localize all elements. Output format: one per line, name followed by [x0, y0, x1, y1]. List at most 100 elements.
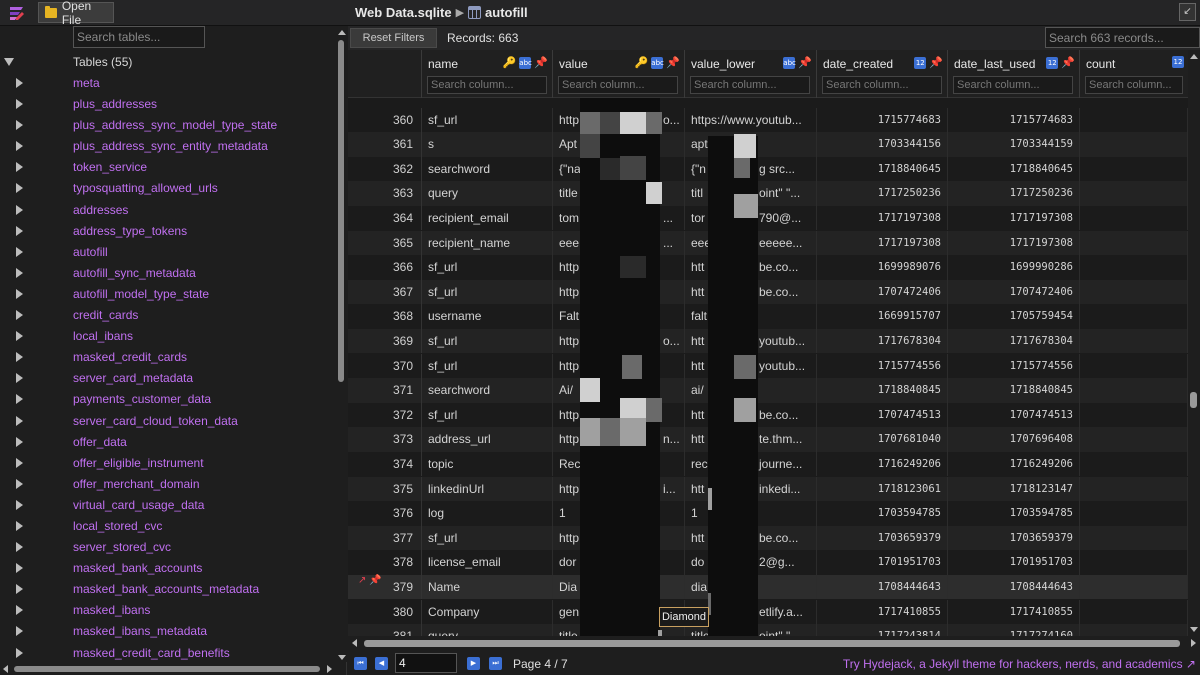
row-number[interactable]: 364: [348, 205, 422, 231]
cell-date-created[interactable]: 1717197308: [817, 205, 948, 231]
expand-arrow-icon[interactable]: [16, 478, 23, 489]
expand-arrow-icon[interactable]: [16, 99, 23, 110]
sidebar-table-name[interactable]: plus_addresses: [73, 97, 157, 111]
column-header-value[interactable]: value 🔑 abc 📌: [553, 50, 685, 98]
cell-date-created[interactable]: 1707474513: [817, 402, 948, 428]
cell-date-last-used[interactable]: 1718840845: [948, 378, 1080, 403]
row-number[interactable]: 369: [348, 328, 422, 354]
cell-date-last-used[interactable]: 1717197308: [948, 205, 1080, 231]
previous-page-icon[interactable]: ◀: [375, 657, 388, 670]
row-number[interactable]: 372: [348, 402, 422, 428]
sidebar-table-item[interactable]: masked_ibans_metadata: [0, 621, 335, 642]
cell-name[interactable]: license_email: [422, 550, 553, 575]
column-header-count[interactable]: count 12: [1080, 50, 1188, 98]
sidebar-table-item[interactable]: masked_credit_cards: [0, 347, 335, 368]
row-number[interactable]: 378: [348, 550, 422, 575]
cell-date-created[interactable]: 1717197308: [817, 230, 948, 256]
column-header-date-last-used[interactable]: date_last_used 12 📌: [948, 50, 1080, 98]
cell-date-last-used[interactable]: 1701951703: [948, 550, 1080, 575]
cell-date-created[interactable]: 1703594785: [817, 501, 948, 526]
cell-count[interactable]: [1080, 353, 1188, 379]
search-records-input[interactable]: [1045, 27, 1200, 48]
row-number[interactable]: 377: [348, 525, 422, 551]
row-number[interactable]: 370: [348, 353, 422, 379]
sidebar-table-item[interactable]: virtual_card_usage_data: [0, 495, 335, 516]
cell-date-last-used[interactable]: 1703659379: [948, 525, 1080, 551]
scroll-up-icon[interactable]: [1190, 54, 1198, 59]
open-file-button[interactable]: Open File: [38, 0, 114, 27]
row-number[interactable]: 360: [348, 107, 422, 133]
cell-date-created[interactable]: 1701951703: [817, 550, 948, 575]
expand-arrow-icon[interactable]: [16, 162, 23, 173]
sidebar-table-name[interactable]: local_ibans: [73, 329, 133, 343]
table-row[interactable]: 361 s Apt apt 1703344156 1703344159: [348, 132, 1188, 157]
cell-count[interactable]: [1080, 255, 1188, 280]
sidebar-table-item[interactable]: masked_ibans: [0, 600, 335, 621]
cell-date-last-used[interactable]: 1716249206: [948, 451, 1080, 477]
expand-arrow-icon[interactable]: [16, 120, 23, 131]
first-page-icon[interactable]: ⏮: [354, 657, 367, 670]
tables-group-header[interactable]: Tables (55): [0, 52, 335, 73]
row-number[interactable]: 367: [348, 279, 422, 305]
cell-count[interactable]: [1080, 476, 1188, 502]
expand-arrow-icon[interactable]: [16, 647, 23, 658]
table-row[interactable]: 370 sf_url http htt youtub... 1715774556 17157…: [348, 353, 1188, 379]
sidebar-table-name[interactable]: address_type_tokens: [73, 224, 187, 238]
cell-name[interactable]: Company: [422, 599, 553, 625]
row-number[interactable]: 380: [348, 599, 422, 625]
table-row[interactable]: 374 topic Rec rec journe... 1716249206 1716249…: [348, 451, 1188, 477]
sidebar-table-name[interactable]: server_card_cloud_token_data: [73, 414, 238, 428]
page-number-input[interactable]: [395, 653, 457, 673]
sidebar-table-item[interactable]: credit_cards: [0, 305, 335, 326]
cell-date-created[interactable]: 1707472406: [817, 279, 948, 305]
sidebar-table-item[interactable]: plus_address_sync_model_type_state: [0, 115, 335, 136]
cell-count[interactable]: [1080, 599, 1188, 625]
expand-arrow-icon[interactable]: [16, 542, 23, 553]
cell-name[interactable]: sf_url: [422, 107, 553, 133]
scroll-left-icon[interactable]: [352, 639, 357, 647]
cell-date-created[interactable]: 1703659379: [817, 525, 948, 551]
cell-name[interactable]: s: [422, 132, 553, 157]
sidebar-table-item[interactable]: masked_bank_accounts_metadata: [0, 579, 335, 600]
expand-arrow-icon[interactable]: [16, 394, 23, 405]
expand-arrow-icon[interactable]: [16, 373, 23, 384]
cell-name[interactable]: searchword: [422, 156, 553, 182]
cell-name[interactable]: topic: [422, 451, 553, 477]
cell-count[interactable]: [1080, 205, 1188, 231]
scrollbar-thumb[interactable]: [364, 640, 1180, 647]
sidebar-horizontal-scrollbar[interactable]: [0, 662, 335, 675]
cell-count[interactable]: [1080, 624, 1188, 636]
row-pin-icon[interactable]: ↗ 📌: [358, 575, 382, 586]
sidebar-table-name[interactable]: offer_merchant_domain: [73, 477, 200, 491]
sidebar-table-name[interactable]: server_card_metadata: [73, 371, 193, 385]
column-filter-input[interactable]: [690, 76, 810, 94]
cell-count[interactable]: [1080, 107, 1188, 133]
expand-arrow-icon[interactable]: [16, 78, 23, 88]
table-row[interactable]: 378 license_email dor do 2@g... 1701951703 170…: [348, 550, 1188, 575]
scroll-down-icon[interactable]: [338, 655, 346, 660]
grid-horizontal-scrollbar[interactable]: [348, 636, 1200, 650]
cell-count[interactable]: [1080, 279, 1188, 305]
cell-date-created[interactable]: 1717250236: [817, 181, 948, 206]
sidebar-table-item[interactable]: offer_data: [0, 432, 335, 453]
expand-arrow-icon[interactable]: [16, 141, 23, 152]
cell-date-created[interactable]: 1703344156: [817, 132, 948, 157]
expand-arrow-icon[interactable]: [16, 288, 23, 299]
cell-count[interactable]: [1080, 525, 1188, 551]
cell-count[interactable]: [1080, 378, 1188, 403]
expand-arrow-icon[interactable]: [16, 457, 23, 468]
row-number[interactable]: 373: [348, 427, 422, 452]
table-row[interactable]: 360 sf_url http o... https://www.youtub... 17…: [348, 107, 1188, 133]
expand-arrow-icon[interactable]: [16, 605, 23, 616]
sidebar-table-name[interactable]: plus_address_sync_entity_metadata: [73, 139, 268, 153]
row-number[interactable]: 381: [348, 624, 422, 636]
cell-date-last-used[interactable]: 1717410855: [948, 599, 1080, 625]
sidebar-table-name[interactable]: masked_credit_card_benefits: [73, 646, 230, 660]
column-header-date-created[interactable]: date_created 12 📌: [817, 50, 948, 98]
sidebar-table-item[interactable]: server_card_metadata: [0, 368, 335, 389]
sidebar-table-name[interactable]: addresses: [73, 203, 128, 217]
cell-date-last-used[interactable]: 1717678304: [948, 328, 1080, 354]
table-row[interactable]: 376 log 1 1 1703594785 1703594785: [348, 501, 1188, 526]
row-number[interactable]: 368: [348, 304, 422, 329]
sidebar-vertical-scrollbar[interactable]: [335, 26, 347, 662]
